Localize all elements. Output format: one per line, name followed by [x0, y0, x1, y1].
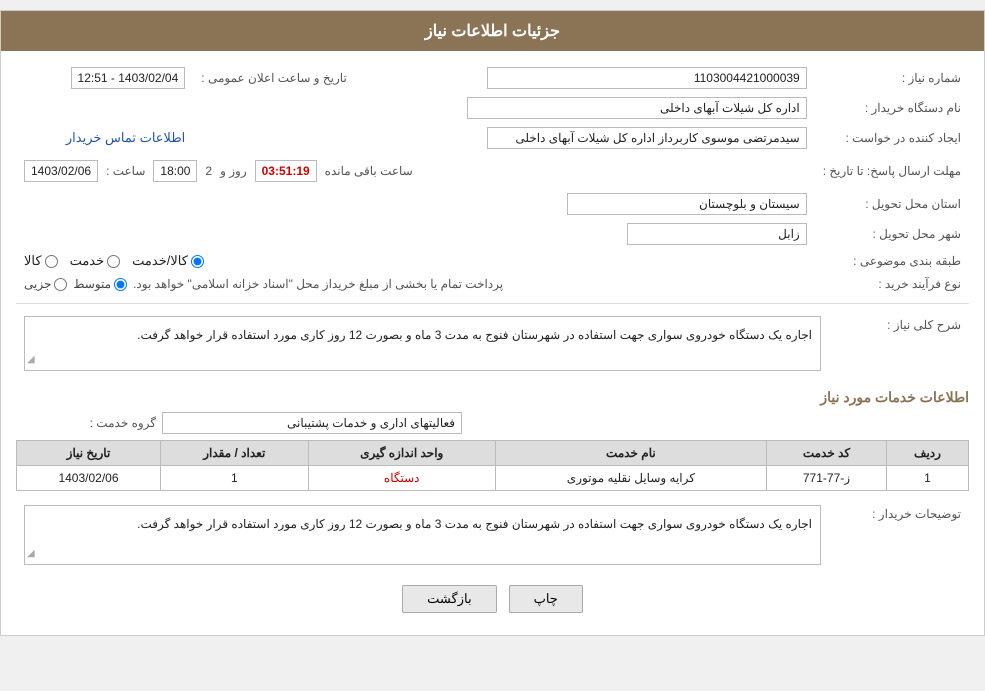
saat-label: ساعت :: [106, 164, 145, 178]
cell-tarikh: 1403/02/06: [17, 466, 161, 491]
ostan-value: سیستان و بلوچستان: [567, 193, 807, 215]
table-row: 1 ز-77-771 کرایه وسایل نقلیه موتوری دستگ…: [17, 466, 969, 491]
tabaghe-khedmat[interactable]: خدمت: [70, 253, 121, 269]
cell-kod: ز-77-771: [766, 466, 886, 491]
resize-icon: ◢: [27, 351, 35, 368]
name-dastgah-label: نام دستگاه خریدار :: [815, 93, 969, 123]
tarikh-label: تاریخ و ساعت اعلان عمومی :: [193, 63, 355, 93]
tarikh-aalan-value: 1403/02/04 - 12:51: [71, 67, 186, 89]
sherh-table: شرح کلی نیاز : اجاره یک دستگاه خودروی سو…: [16, 312, 969, 375]
tabaghe-kala-khedmat[interactable]: کالا/خدمت: [132, 253, 204, 269]
col-radif: ردیف: [887, 441, 969, 466]
gorooh-value: فعالیتهای اداری و خدمات پشتیبانی: [162, 412, 462, 434]
shahr-value: زابل: [627, 223, 807, 245]
tosihaat-value: اجاره یک دستگاه خودروی سواری جهت استفاده…: [24, 505, 821, 565]
print-button[interactable]: چاپ: [509, 585, 583, 613]
name-dastgah-value: اداره کل شیلات آبهای داخلی: [467, 97, 807, 119]
col-kod: کد خدمت: [766, 441, 886, 466]
col-naam: نام خدمت: [495, 441, 766, 466]
resize-icon-2: ◢: [27, 545, 35, 562]
ostan-label: استان محل تحویل :: [815, 189, 969, 219]
nofarand-jozi[interactable]: جزیی: [24, 277, 67, 291]
rooz-label: روز و: [220, 164, 247, 178]
nofarand-note: پرداخت تمام یا بخشی از مبلغ خریداز محل "…: [133, 277, 503, 291]
nofarand-motawaset[interactable]: متوسط: [73, 277, 127, 291]
tabaghe-label: طبقه بندی موضوعی :: [815, 249, 969, 273]
mohlet-label: مهلت ارسال پاسخ: تا تاریخ :: [815, 153, 969, 189]
ijad-label: ایجاد کننده در خواست :: [815, 123, 969, 153]
rooz-value: 2: [205, 164, 212, 178]
button-row: چاپ بازگشت: [16, 585, 969, 613]
shomara-value: 1103004421000039: [487, 67, 807, 89]
cell-vahed: دستگاه: [308, 466, 495, 491]
tosihaat-label: توضیحات خریدار :: [829, 501, 969, 569]
col-tarikh: تاریخ نیاز: [17, 441, 161, 466]
cell-naam: کرایه وسایل نقلیه موتوری: [495, 466, 766, 491]
page-header: جزئیات اطلاعات نیاز: [1, 11, 984, 51]
page-title: جزئیات اطلاعات نیاز: [425, 23, 560, 40]
gorooh-label: گروه خدمت :: [16, 416, 156, 430]
cell-tedad: 1: [160, 466, 308, 491]
shomara-label: شماره نیاز :: [815, 63, 969, 93]
khadamat-title: اطلاعات خدمات مورد نیاز: [16, 389, 969, 406]
gorooh-row: گروه خدمت : فعالیتهای اداری و خدمات پشتی…: [16, 412, 969, 434]
timer-value: 03:51:19: [255, 160, 317, 182]
nofarand-label: نوع فرآیند خرید :: [815, 273, 969, 295]
info-table: شماره نیاز : 1103004421000039 تاریخ و سا…: [16, 63, 969, 295]
cell-radif: 1: [887, 466, 969, 491]
mohlet-date: 1403/02/06: [24, 160, 98, 182]
tabaghe-options: کالا خدمت کالا/خدمت: [24, 253, 807, 269]
sherh-value: اجاره یک دستگاه خودروی سواری جهت استفاده…: [24, 316, 821, 371]
services-table: ردیف کد خدمت نام خدمت واحد اندازه گیری ت…: [16, 440, 969, 491]
services-section: اطلاعات خدمات مورد نیاز گروه خدمت : فعال…: [16, 389, 969, 491]
tosihaat-table: توضیحات خریدار : اجاره یک دستگاه خودروی …: [16, 501, 969, 569]
col-tedad: تعداد / مقدار: [160, 441, 308, 466]
etelaat-link[interactable]: اطلاعات تماس خریدار: [66, 130, 185, 145]
col-vahed: واحد اندازه گیری: [308, 441, 495, 466]
ijad-value: سیدمرتضی موسوی کاربرداز اداره کل شیلات آ…: [487, 127, 807, 149]
nofarand-options: جزیی متوسط پرداخت تمام یا بخشی از مبلغ خ…: [24, 277, 807, 291]
sherh-label: شرح کلی نیاز :: [829, 312, 969, 375]
saat-value: 18:00: [153, 160, 197, 182]
tabaghe-kala[interactable]: کالا: [24, 253, 58, 269]
baghimande-label: ساعت باقی مانده: [325, 164, 413, 178]
back-button[interactable]: بازگشت: [402, 585, 496, 613]
shahr-label: شهر محل تحویل :: [815, 219, 969, 249]
